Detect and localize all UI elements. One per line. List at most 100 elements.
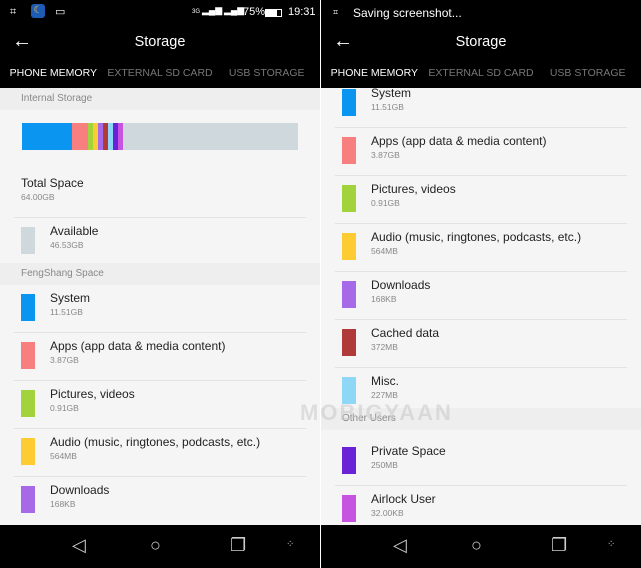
tab-bar: PHONE MEMORY EXTERNAL SD CARD USB STORAG… — [0, 58, 320, 88]
saving-screenshot-notice: Saving screenshot... — [353, 6, 462, 20]
navigation-bar: ◁ ○ ❐ ⁘ — [321, 525, 641, 568]
network-3g: 3G — [192, 9, 201, 15]
more-nav-icon[interactable]: ⁘ — [607, 539, 615, 550]
available-row[interactable]: Available 46.53GB — [0, 218, 320, 266]
home-nav-icon[interactable]: ○ — [471, 535, 482, 556]
category-color-swatch — [342, 89, 356, 116]
more-nav-icon[interactable]: ⁘ — [286, 539, 294, 550]
category-label: Downloads — [371, 278, 431, 292]
app-bar: ← Storage — [0, 28, 320, 58]
storage-category-row[interactable]: Airlock User 32.00KB — [321, 486, 641, 525]
category-label: Airlock User — [371, 492, 436, 506]
storage-usage-bar — [22, 123, 298, 150]
category-size: 11.51GB — [371, 102, 404, 112]
storage-category-row[interactable]: Apps (app data & media content) 3.87GB — [0, 333, 320, 381]
screenshot-icon: ⌗ — [333, 7, 339, 17]
category-size: 11.51GB — [50, 307, 83, 317]
category-label: Apps (app data & media content) — [371, 134, 547, 148]
tab-phone-memory[interactable]: PHONE MEMORY — [321, 58, 428, 88]
category-color-swatch — [21, 390, 35, 417]
category-size: 0.91GB — [50, 403, 79, 413]
category-color-swatch — [342, 281, 356, 308]
clock: 19:31 — [288, 6, 316, 18]
tab-usb-storage[interactable]: USB STORAGE — [534, 58, 641, 88]
signal-icon: ▂▄▆ — [224, 5, 245, 15]
category-label: System — [50, 291, 91, 305]
available-label: Available — [50, 224, 99, 238]
category-label: Downloads — [50, 483, 110, 497]
bar-segment — [71, 123, 89, 150]
right-screen: ⌗ Saving screenshot... ← Storage PHONE M… — [321, 0, 641, 568]
category-size: 168KB — [371, 294, 397, 304]
category-label: Private Space — [371, 444, 446, 458]
category-label: Audio (music, ringtones, podcasts, etc.) — [50, 435, 261, 449]
tab-bar: PHONE MEMORY EXTERNAL SD CARD USB STORAG… — [321, 58, 641, 88]
category-size: 564MB — [50, 451, 77, 461]
app-bar: ← Storage — [321, 28, 641, 58]
category-size: 227MB — [371, 390, 398, 400]
category-label: Cached data — [371, 326, 440, 340]
navigation-bar: ◁ ○ ❐ ⁘ — [0, 525, 320, 568]
battery-icon — [265, 9, 282, 17]
category-label: Misc. — [371, 374, 399, 388]
storage-category-row[interactable]: Cached data 372MB — [321, 320, 641, 368]
storage-list[interactable]: System 11.51GB Apps (app data & media co… — [321, 88, 641, 525]
back-nav-icon[interactable]: ◁ — [393, 535, 407, 556]
category-label: Audio (music, ringtones, podcasts, etc.) — [371, 230, 582, 244]
category-size: 250MB — [371, 460, 398, 470]
storage-category-row[interactable]: Private Space 250MB — [321, 438, 641, 486]
status-bar: ⌗ ☾ ▭ 3G ▂▄▆ G ▂▄▆ 75% 19:31 — [0, 0, 320, 28]
storage-category-row[interactable]: Pictures, videos 0.91GB — [321, 176, 641, 224]
category-size: 564MB — [371, 246, 398, 256]
available-value: 46.53GB — [50, 240, 84, 250]
category-size: 168KB — [50, 499, 76, 509]
category-color-swatch — [342, 495, 356, 522]
category-label: Pictures, videos — [371, 182, 456, 196]
status-bar: ⌗ Saving screenshot... — [321, 0, 641, 28]
storage-category-row[interactable]: Pictures, videos 0.91GB — [0, 381, 320, 429]
category-size: 32.00KB — [371, 508, 404, 518]
storage-category-row[interactable]: Audio (music, ringtones, podcasts, etc.)… — [321, 224, 641, 272]
category-color-swatch — [342, 233, 356, 260]
recents-nav-icon[interactable]: ❐ — [230, 535, 246, 556]
available-swatch — [21, 227, 35, 254]
storage-category-row[interactable]: System 11.51GB — [0, 285, 320, 333]
section-header-other-users: Other Users — [321, 408, 641, 430]
home-nav-icon[interactable]: ○ — [150, 535, 161, 556]
tab-phone-memory[interactable]: PHONE MEMORY — [0, 58, 107, 88]
section-header-internal: Internal Storage — [0, 88, 320, 110]
storage-category-row[interactable]: Audio (music, ringtones, podcasts, etc.)… — [0, 429, 320, 477]
tab-usb-storage[interactable]: USB STORAGE — [213, 58, 320, 88]
total-space-value: 64.00GB — [21, 192, 55, 202]
storage-list[interactable]: Internal Storage Total Space 64.00GB Ava… — [0, 88, 320, 525]
page-title: Storage — [134, 34, 186, 50]
section-header-fengshang: FengShang Space — [0, 263, 320, 285]
category-size: 372MB — [371, 342, 398, 352]
category-color-swatch — [21, 438, 35, 465]
network-g: G — [218, 9, 223, 15]
message-icon: ▭ — [55, 6, 66, 18]
category-color-swatch — [342, 329, 356, 356]
page-title: Storage — [455, 34, 507, 50]
storage-category-row[interactable]: Apps (app data & media content) 3.87GB — [321, 128, 641, 176]
category-color-swatch — [21, 294, 35, 321]
bar-segment — [22, 123, 72, 150]
left-screen: ⌗ ☾ ▭ 3G ▂▄▆ G ▂▄▆ 75% 19:31 ← Storage P… — [0, 0, 320, 568]
category-color-swatch — [21, 342, 35, 369]
category-color-swatch — [21, 486, 35, 513]
storage-category-row[interactable]: Downloads 168KB — [321, 272, 641, 320]
recents-nav-icon[interactable]: ❐ — [551, 535, 567, 556]
tab-external-sd-card[interactable]: EXTERNAL SD CARD — [428, 58, 535, 88]
category-size: 3.87GB — [371, 150, 400, 160]
screenshot-icon: ⌗ — [10, 6, 17, 18]
moon-icon: ☾ — [31, 4, 45, 18]
storage-category-row[interactable]: Downloads 168KB — [0, 477, 320, 525]
category-color-swatch — [342, 447, 356, 474]
category-color-swatch — [342, 185, 356, 212]
battery-percent: 75% — [243, 6, 266, 18]
category-label: System — [371, 88, 412, 100]
category-color-swatch — [342, 137, 356, 164]
storage-category-row[interactable]: System 11.51GB — [321, 88, 641, 128]
back-nav-icon[interactable]: ◁ — [72, 535, 86, 556]
tab-external-sd-card[interactable]: EXTERNAL SD CARD — [107, 58, 214, 88]
